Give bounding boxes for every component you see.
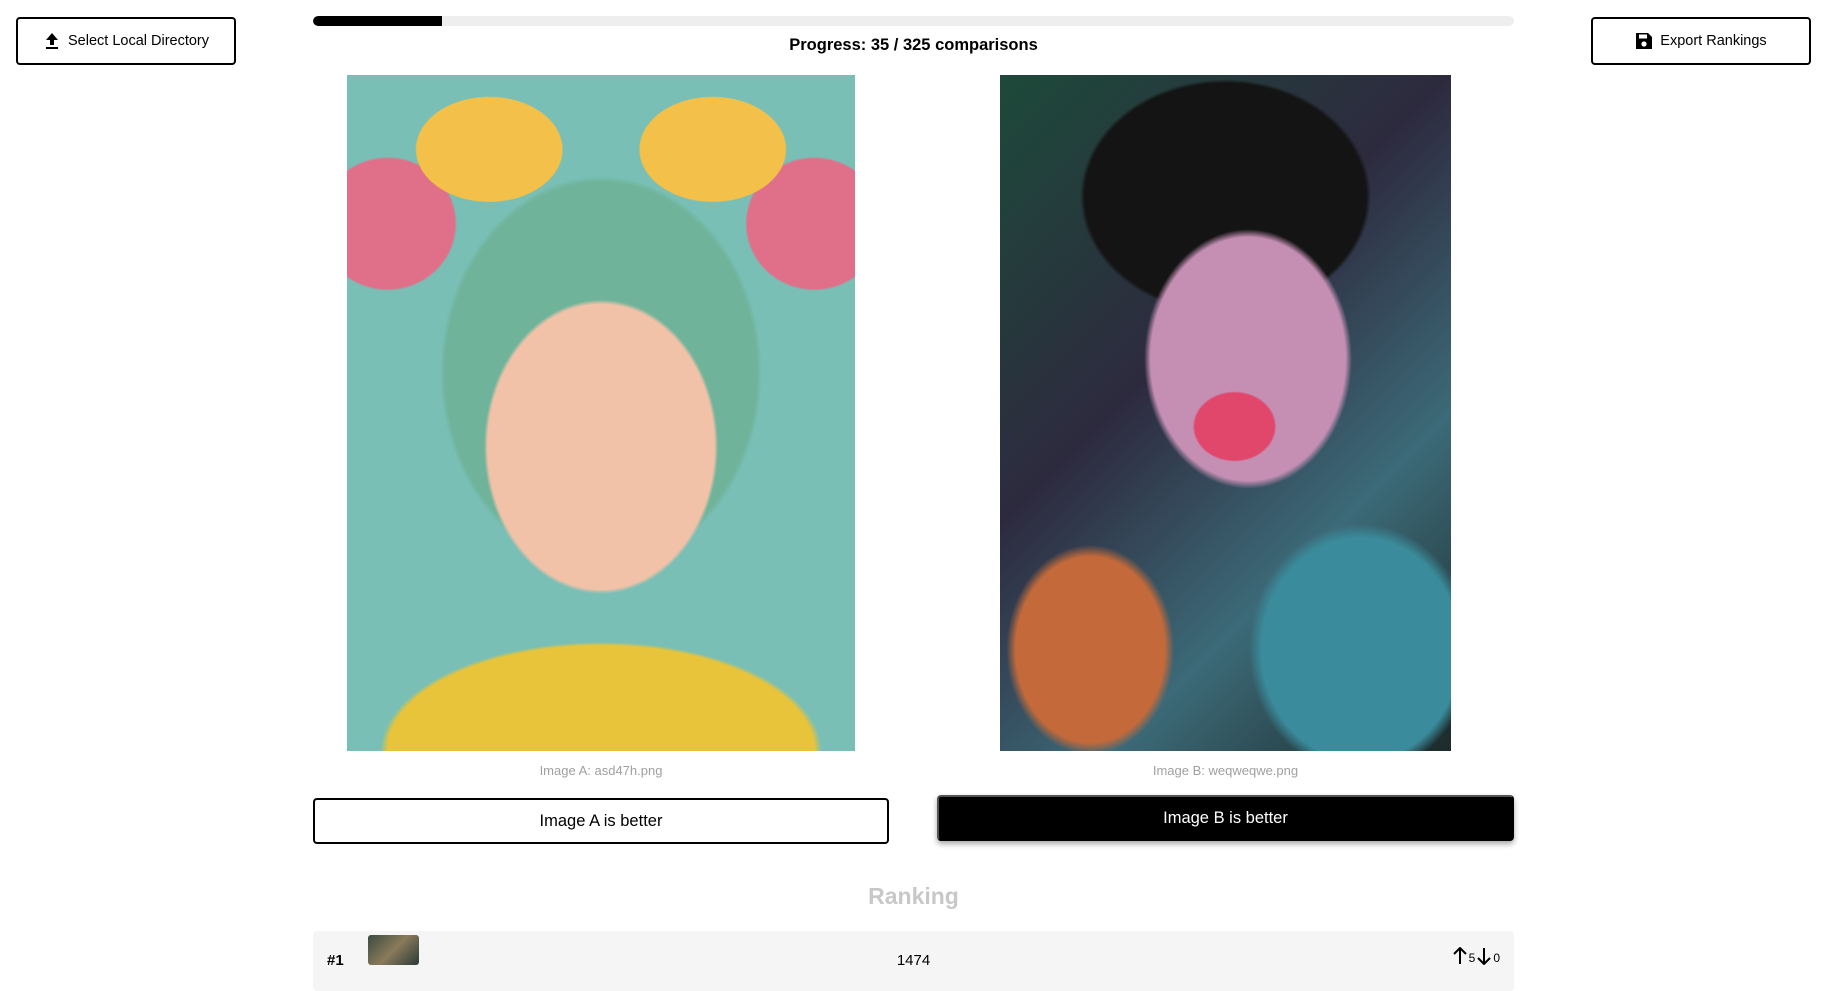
ranking-score: 1474 (896, 952, 931, 969)
progress-bar (313, 16, 1514, 26)
image-b-better-button[interactable]: Image B is better (937, 795, 1514, 841)
image-b-caption: Image B: weqweqwe.png (1152, 763, 1299, 778)
upload-icon (43, 32, 61, 50)
progress-text: Progress: 35 / 325 comparisons (789, 36, 1038, 54)
image-a-caption: Image A: asd47h.png (539, 763, 663, 778)
select-local-directory-label: Select Local Directory (67, 33, 210, 49)
arrow-down-icon (1477, 947, 1492, 965)
arrow-up-icon (1452, 947, 1467, 965)
export-rankings-label: Export Rankings (1660, 33, 1767, 49)
vote-counts: 5 0 (1452, 947, 1500, 965)
image-a-better-button[interactable]: Image A is better (313, 798, 889, 844)
down-vote-count: 0 (1493, 951, 1500, 965)
image-b[interactable] (1000, 75, 1451, 751)
floppy-disk-icon (1635, 32, 1653, 50)
export-rankings-button[interactable]: Export Rankings (1591, 17, 1811, 65)
up-vote-count: 5 (1468, 951, 1476, 965)
image-a[interactable] (347, 75, 855, 751)
ranking-row: #1 1474 5 0 (313, 931, 1514, 991)
progress-bar-fill (313, 16, 443, 26)
ranking-heading: Ranking (868, 883, 959, 909)
select-local-directory-button[interactable]: Select Local Directory (16, 17, 236, 65)
